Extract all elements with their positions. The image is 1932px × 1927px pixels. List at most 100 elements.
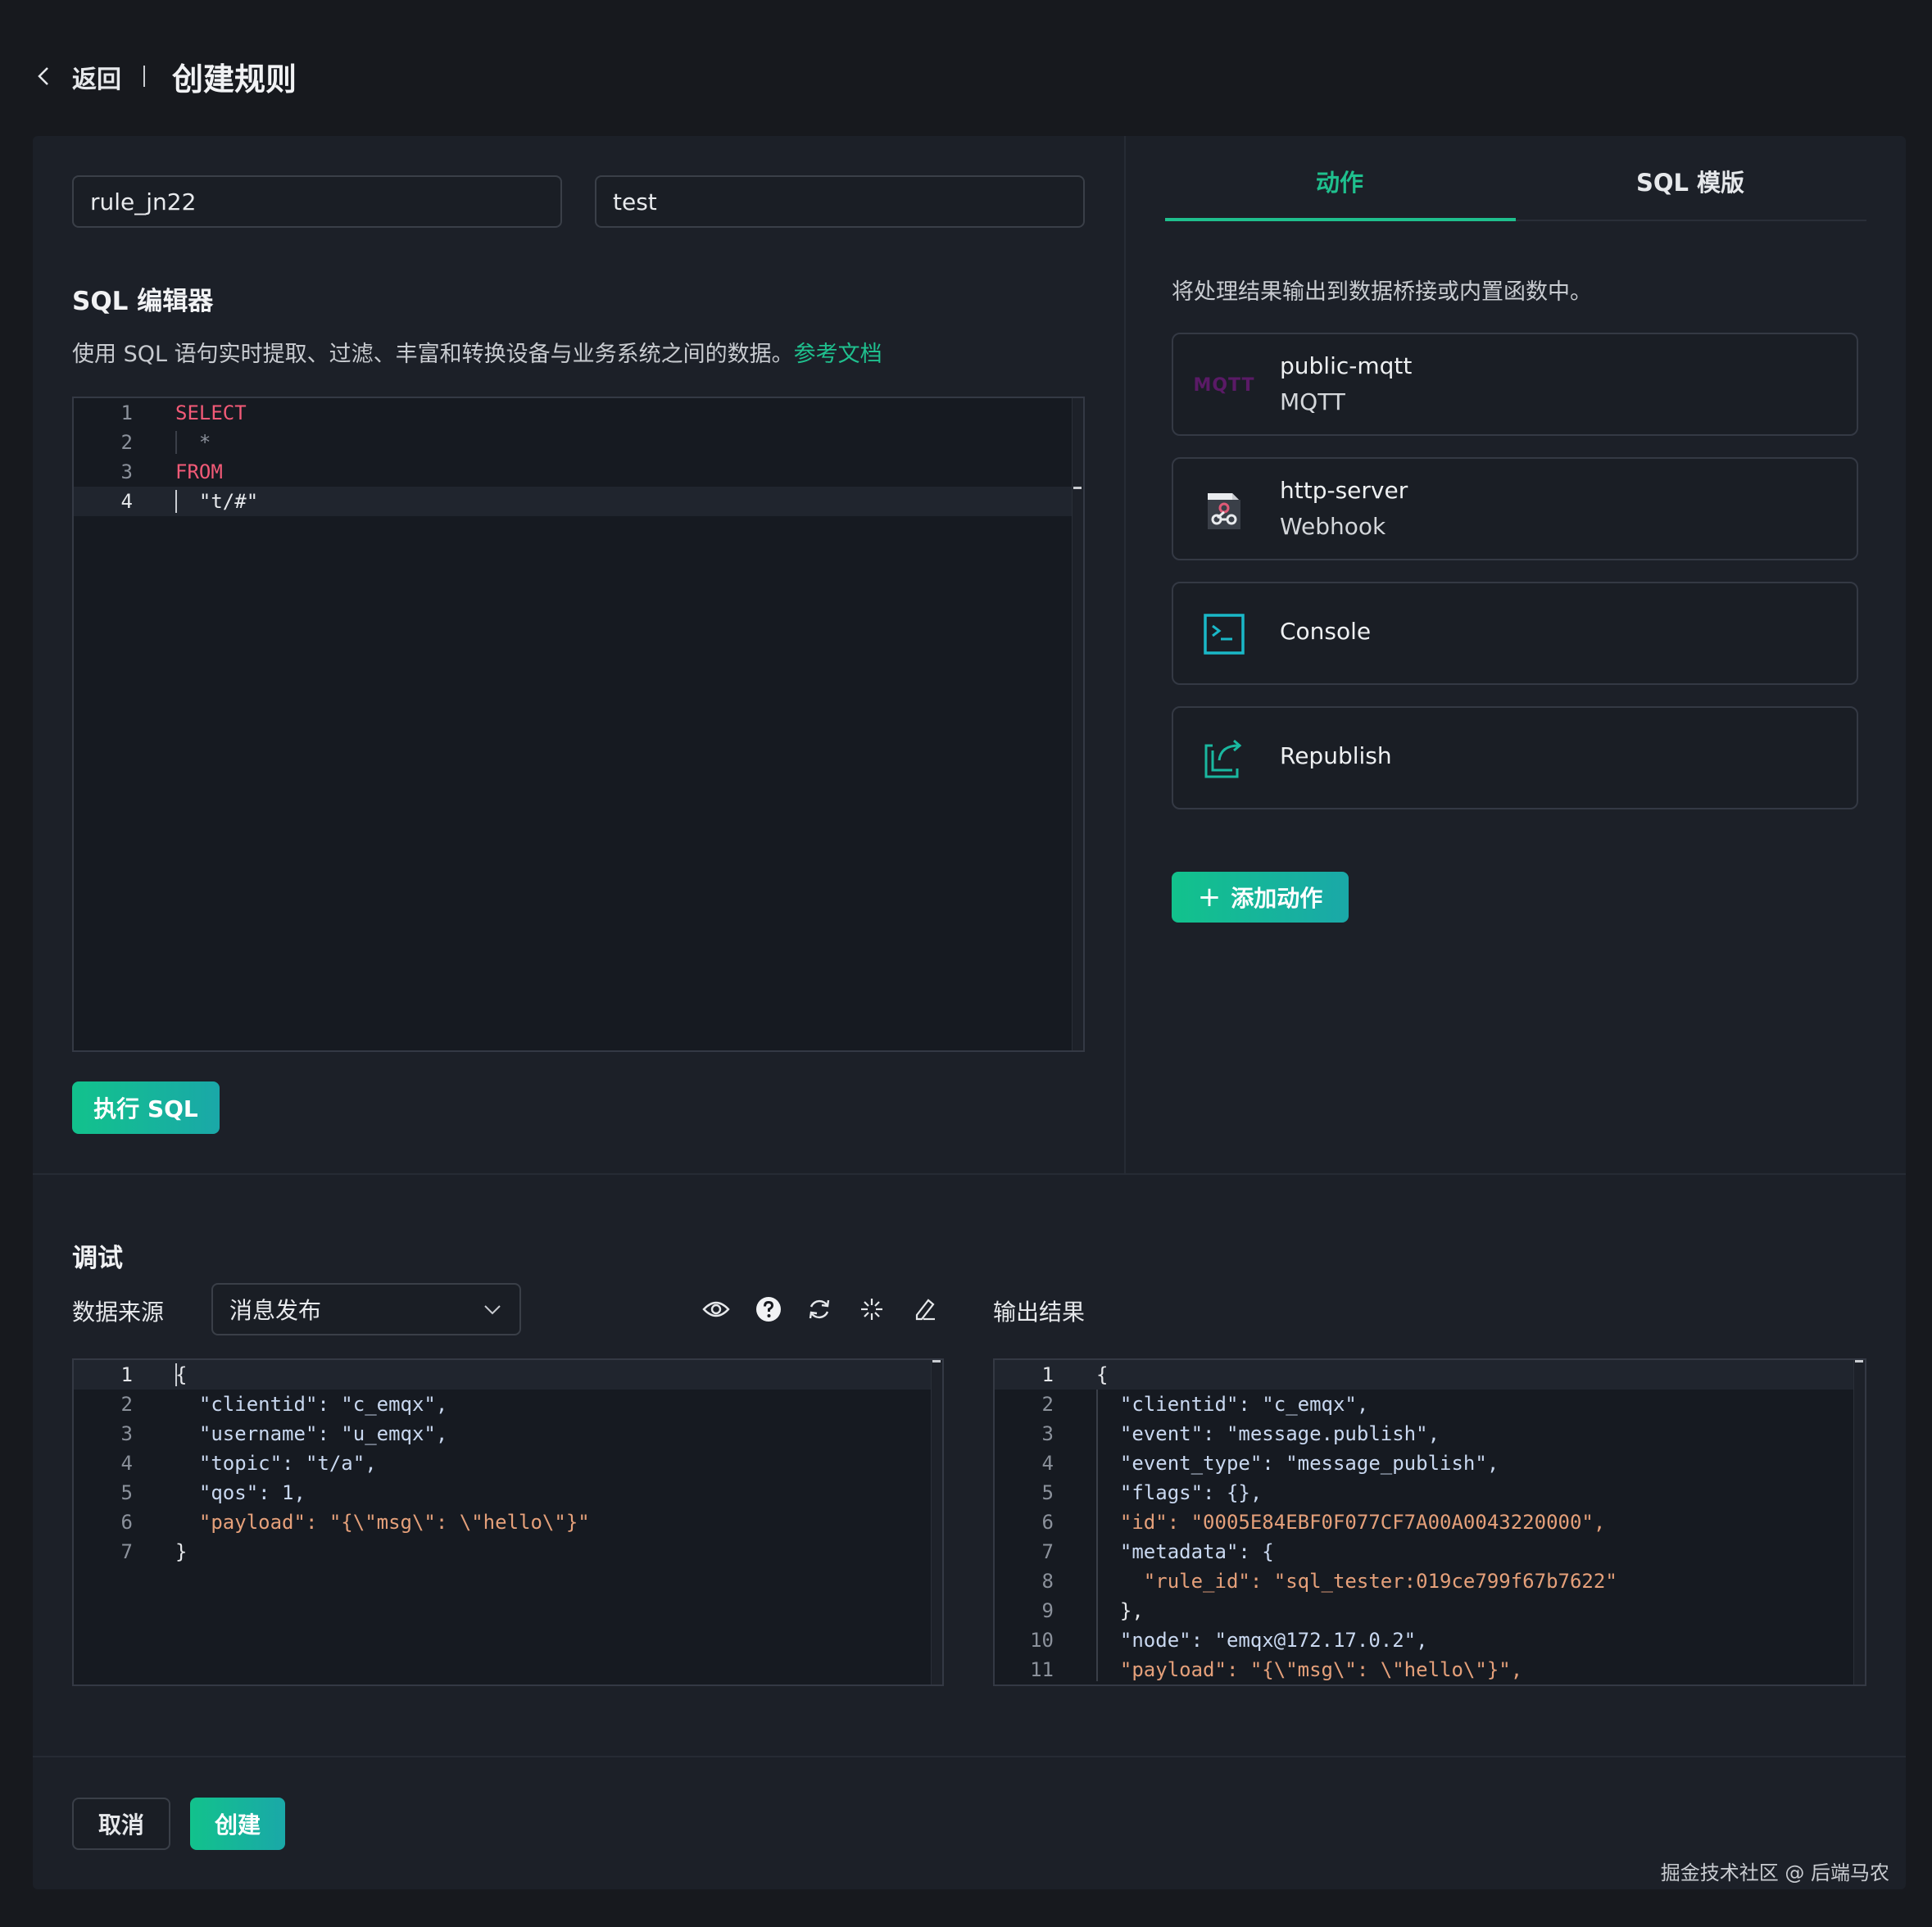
action-card-http-server[interactable]: http-server Webhook [1172,457,1858,560]
line-number: 7 [1041,1540,1054,1563]
action-name: Console [1280,618,1372,645]
help-icon[interactable] [749,1290,788,1329]
code-line: 10 "node": "emqx@172.17.0.2", [995,1625,1865,1655]
code-text: "payload": "{\"msg\": \"hello\"}" [175,1511,590,1534]
code-line: 4 "event_type": "message_publish", [995,1449,1865,1478]
line-number: 2 [120,1393,133,1416]
add-action-label: 添加动作 [1231,885,1323,912]
sparkle-icon[interactable] [852,1290,891,1329]
rule-id-input[interactable]: rule_jn22 [72,175,562,228]
chevron-left-icon[interactable] [34,64,52,88]
refresh-icon[interactable] [800,1290,839,1329]
output-label: 输出结果 [993,1299,1086,1326]
editor-scrollbar[interactable] [1853,1360,1865,1684]
code-line: 3 "event": "message.publish", [995,1419,1865,1449]
actions-description: 将处理结果输出到数据桥接或内置函数中。 [1172,279,1592,305]
code-line: 7 } [74,1537,942,1567]
create-button[interactable]: 创建 [190,1798,285,1850]
run-sql-button[interactable]: 执行 SQL [72,1081,220,1134]
line-number: 4 [120,490,133,513]
code-text: "event_type": "message_publish", [1096,1452,1499,1475]
back-link[interactable]: 返回 [72,59,121,95]
code-line: 1 SELECT [74,398,1083,428]
line-number: 6 [120,1511,133,1534]
code-text: { [175,1363,188,1386]
action-card-public-mqtt[interactable]: MQTT public-mqtt MQTT [1172,333,1858,436]
line-number: 5 [120,1481,133,1504]
editor-scrollbar[interactable] [931,1360,942,1684]
plus-icon: + [1197,881,1222,914]
text-cursor [175,1363,177,1386]
line-number: 3 [1041,1422,1054,1445]
indent-guide [175,431,177,454]
line-number: 3 [120,460,133,483]
code-text: "clientid": "c_emqx", [1096,1393,1369,1416]
eraser-icon[interactable] [905,1290,944,1329]
code-line: 4 "topic": "t/a", [74,1449,942,1478]
line-number: 2 [1041,1393,1054,1416]
editor-scrollbar[interactable] [1072,398,1083,1050]
page-title: 创建规则 [172,61,297,97]
code-line: 5 "flags": {}, [995,1478,1865,1508]
footer-divider [33,1756,1906,1757]
line-number: 9 [1041,1599,1054,1622]
code-line: 6 "payload": "{\"msg\": \"hello\"}" [74,1508,942,1537]
code-line: 5 "qos": 1, [74,1478,942,1508]
data-source-label: 数据来源 [72,1299,165,1326]
console-icon [1198,608,1250,660]
republish-icon [1198,732,1250,785]
rule-description-input[interactable]: test [595,175,1085,228]
data-source-value: 消息发布 [229,1297,322,1324]
code-text: "clientid": "c_emqx", [175,1393,448,1416]
tab-active-indicator [1165,218,1516,221]
page-header: 返回 创建规则 [0,0,1932,138]
code-text: "id": "0005E84EBF0F077CF7A00A0043220000"… [1096,1511,1606,1534]
section-divider [33,1173,1906,1175]
cancel-button[interactable]: 取消 [72,1798,170,1850]
output-json-editor[interactable]: 1 { 2 "clientid": "c_emqx", 3 "event": "… [993,1358,1866,1686]
line-number: 1 [1041,1363,1054,1386]
code-text: "payload": "{\"msg\": \"hello\"}", [1096,1658,1523,1681]
header-divider [143,66,145,87]
code-text: { [1096,1363,1109,1386]
data-source-select[interactable]: 消息发布 [211,1283,521,1335]
tab-sql-template[interactable]: SQL 模版 [1516,164,1865,198]
text-cursor [175,490,177,513]
code-text: "rule_id": "sql_tester:019ce799f67b7622" [1096,1570,1617,1593]
line-number: 11 [1030,1658,1054,1681]
action-card-republish[interactable]: Republish [1172,706,1858,809]
line-number: 4 [1041,1452,1054,1475]
code-text: "event": "message.publish", [1096,1422,1440,1445]
debug-title: 调试 [72,1244,123,1273]
line-number: 5 [1041,1481,1054,1504]
action-card-console[interactable]: Console [1172,582,1858,685]
line-number: 4 [120,1452,133,1475]
sql-code-editor[interactable]: 1 SELECT 2 * 3 FROM 4 "t/#" [72,397,1085,1052]
code-text: "username": "u_emqx", [175,1422,448,1445]
code-text: "metadata": { [1096,1540,1274,1563]
code-line: 6 "id": "0005E84EBF0F077CF7A00A004322000… [995,1508,1865,1537]
code-line: 11 "payload": "{\"msg\": \"hello\"}", [995,1655,1865,1684]
input-json-editor[interactable]: 1 { 2 "clientid": "c_emqx", 3 "username"… [72,1358,944,1686]
vertical-divider [1124,136,1126,1173]
action-type: Webhook [1280,513,1386,540]
sql-editor-description: 使用 SQL 语句实时提取、过滤、丰富和转换设备与业务系统之间的数据。参考文档 [72,336,882,368]
mqtt-logo-text: MQTT [1193,374,1255,396]
line-number: 7 [120,1540,133,1563]
sql-description-text: 使用 SQL 语句实时提取、过滤、丰富和转换设备与业务系统之间的数据。 [72,342,794,367]
tab-actions[interactable]: 动作 [1165,164,1514,198]
preview-eye-icon[interactable] [696,1290,736,1329]
doc-link[interactable]: 参考文档 [794,342,882,367]
scroll-marker [1073,487,1082,489]
scroll-marker [932,1360,941,1363]
indent-guide [1096,1390,1098,1681]
action-name: http-server [1280,477,1408,504]
code-text: SELECT [175,401,247,424]
scroll-marker [1855,1360,1863,1363]
code-line: 8 "rule_id": "sql_tester:019ce799f67b762… [995,1567,1865,1596]
add-action-button[interactable]: + 添加动作 [1172,872,1349,923]
code-line: 7 "metadata": { [995,1537,1865,1567]
code-text: }, [1096,1599,1144,1622]
action-type: MQTT [1280,388,1345,415]
action-name: Republish [1280,742,1392,769]
